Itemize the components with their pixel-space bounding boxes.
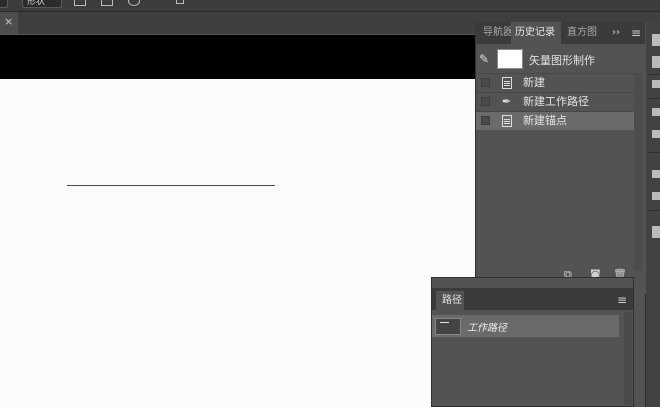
dock-panel-icon[interactable] [652,34,660,46]
path-item-label: 工作路径 [467,323,507,334]
tab-history-label: 历史记录 [515,27,555,38]
pen-tool-icon: ✒ [501,95,512,108]
snapshot-thumbnail [497,49,523,69]
history-state-label: 新建锚点 [523,114,567,127]
path-alignment-icon[interactable] [101,0,113,6]
close-icon[interactable]: × [4,15,13,29]
shape-mode-select[interactable]: 形状 [22,0,62,8]
history-brush-source-checkbox[interactable] [481,97,490,106]
options-bar: 形状 [0,0,660,12]
dock-separator [648,210,660,211]
dock-panel-icon[interactable] [652,56,660,68]
tab-histogram[interactable]: 直方图 [563,22,601,44]
document-canvas[interactable] [0,79,475,407]
history-brush-icon[interactable]: ✎ [479,52,489,66]
history-state-row-selected[interactable]: 新建锚点 [476,111,634,130]
history-state-label: 新建 [523,76,545,89]
history-state-row[interactable]: 新建 [476,73,634,92]
snapshot-label: 矢量图形制作 [529,54,595,67]
path-thumbnail-stroke [440,322,449,323]
auto-add-delete-checkbox[interactable] [176,0,184,4]
history-state-row[interactable]: ✒ 新建工作路径 [476,92,634,111]
document-icon [502,115,512,127]
path-thumbnail [435,318,461,335]
dock-separator [648,152,660,153]
options-chip-left[interactable] [0,0,8,8]
shape-mode-label: 形状 [27,0,46,7]
tab-histogram-label: 直方图 [567,27,597,38]
paths-panel-menu-icon[interactable]: ≡ [617,291,627,309]
tab-paths[interactable]: 路径 [436,291,464,310]
document-icon [502,77,512,89]
work-path-segment[interactable] [67,185,275,186]
tab-navigator[interactable]: 导航器 [479,22,511,44]
tab-navigator-label: 导航器 [483,27,511,38]
dock-panel-icon[interactable] [652,80,660,88]
pasteboard-area [0,35,475,79]
path-operations-icon[interactable] [74,0,86,6]
dock-separator [648,98,660,99]
tab-history[interactable]: 历史记录 [511,22,561,44]
path-arrangement-icon[interactable] [128,0,140,6]
expand-panels-icon[interactable]: ›› [612,22,620,44]
history-brush-source-checkbox[interactable] [481,116,490,125]
history-scrollbar[interactable] [634,73,642,271]
history-brush-source-checkbox[interactable] [481,78,490,87]
dock-panel-icon[interactable] [652,192,660,200]
tab-paths-label: 路径 [442,295,462,306]
dock-separator [648,74,660,75]
history-panel-menu-icon[interactable]: ≡ [631,22,641,44]
dock-panel-icon[interactable] [652,170,660,178]
dock-panel-icon[interactable] [652,108,660,116]
dock-panel-icon[interactable] [652,226,660,238]
paths-scrollbar[interactable] [624,312,632,405]
dock-panel-icon[interactable] [652,130,660,138]
history-state-label: 新建工作路径 [523,95,589,108]
